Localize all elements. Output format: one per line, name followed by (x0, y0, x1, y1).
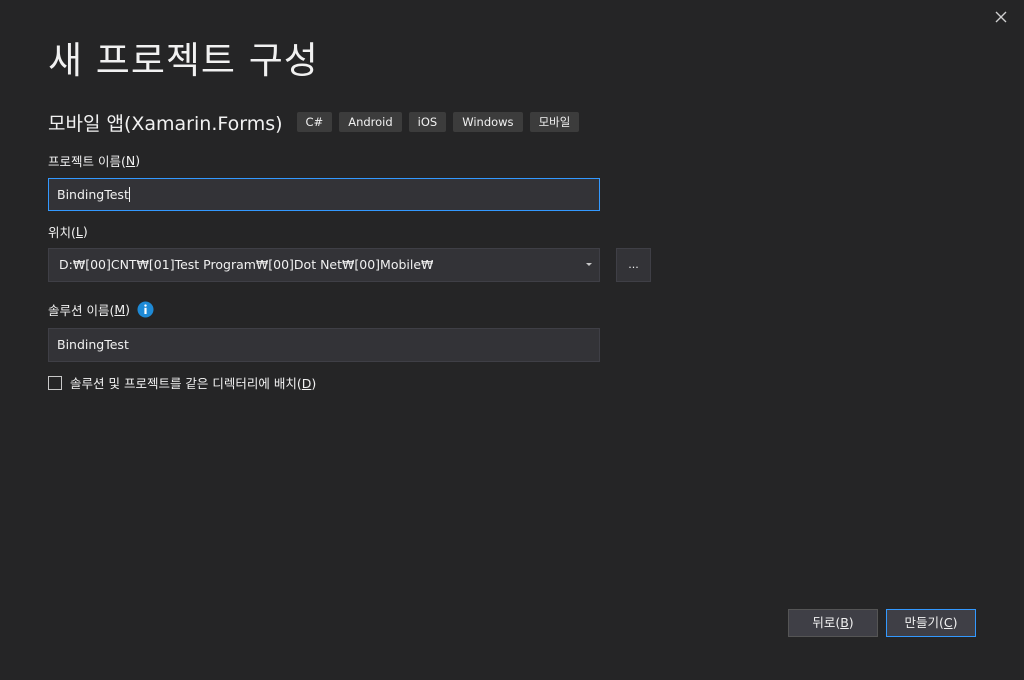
tag-windows: Windows (453, 112, 523, 132)
tag-mobile: 모바일 (529, 112, 580, 132)
same-directory-option[interactable]: 솔루션 및 프로젝트를 같은 디렉터리에 배치(D) (48, 373, 316, 392)
template-info: 모바일 앱(Xamarin.Forms) C# Android iOS Wind… (48, 108, 586, 136)
location-label: 위치(L) (48, 224, 88, 240)
tag-android: Android (339, 112, 402, 132)
chevron-down-icon[interactable] (583, 249, 595, 280)
info-icon[interactable] (137, 301, 154, 318)
close-icon (990, 6, 1012, 28)
project-name-input[interactable]: BindingTest (48, 178, 600, 211)
solution-name-input[interactable]: BindingTest (48, 328, 600, 362)
solution-name-value: BindingTest (57, 337, 129, 352)
browse-button[interactable]: ... (616, 248, 651, 282)
solution-name-label: 솔루션 이름(M) (48, 300, 154, 319)
close-button[interactable] (990, 6, 1012, 28)
same-directory-label: 솔루션 및 프로젝트를 같은 디렉터리에 배치(D) (70, 376, 317, 391)
same-directory-checkbox[interactable] (48, 375, 62, 390)
tag-ios: iOS (408, 112, 447, 132)
template-name: 모바일 앱(Xamarin.Forms) (48, 112, 283, 135)
tag-csharp: C# (296, 112, 333, 132)
project-name-value: BindingTest (57, 187, 129, 202)
location-value: D:₩[00]CNT₩[01]Test Program₩[00]Dot Net₩… (59, 257, 434, 272)
create-button[interactable]: 만들기(C) (886, 609, 976, 637)
back-button[interactable]: 뒤로(B) (788, 609, 878, 637)
dialog-title: 새 프로젝트 구성 (48, 39, 319, 82)
location-combobox[interactable]: D:₩[00]CNT₩[01]Test Program₩[00]Dot Net₩… (48, 248, 600, 282)
configure-project-dialog: 새 프로젝트 구성 모바일 앱(Xamarin.Forms) C# Androi… (0, 0, 1024, 680)
text-caret (128, 187, 130, 202)
project-name-label: 프로젝트 이름(N) (48, 153, 141, 169)
